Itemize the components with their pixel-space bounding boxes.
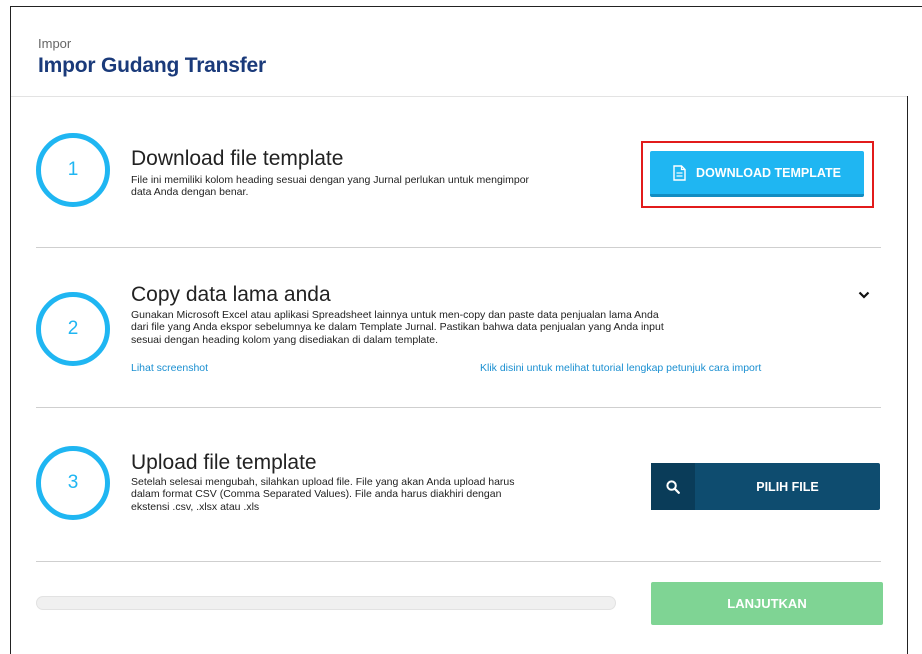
frame-right-edge bbox=[907, 96, 908, 654]
view-screenshot-link[interactable]: Lihat screenshot bbox=[131, 362, 208, 374]
step-3-title: Upload file template bbox=[131, 451, 317, 474]
section-divider bbox=[36, 407, 881, 408]
choose-file-label: PILIH FILE bbox=[756, 479, 819, 494]
step-3-description-line: Setelah selesai mengubah, silahkan uploa… bbox=[131, 476, 515, 488]
search-icon bbox=[651, 463, 695, 510]
step-3-description: Setelah selesai mengubah, silahkan uploa… bbox=[131, 476, 636, 513]
step-2-description-line: Gunakan Microsoft Excel atau aplikasi Sp… bbox=[131, 309, 659, 321]
step-1-title: Download file template bbox=[131, 147, 344, 170]
choose-file-button[interactable]: PILIH FILE bbox=[651, 463, 880, 510]
step-2-title: Copy data lama anda bbox=[131, 283, 331, 306]
header-divider bbox=[11, 96, 907, 97]
step-1-description-line: File ini memiliki kolom heading sesuai d… bbox=[131, 174, 530, 186]
step-2-number: 2 bbox=[36, 292, 110, 366]
document-icon bbox=[673, 164, 686, 181]
tutorial-link[interactable]: Klik disini untuk melihat tutorial lengk… bbox=[480, 362, 761, 374]
step-2-description: Gunakan Microsoft Excel atau aplikasi Sp… bbox=[131, 309, 851, 346]
continue-button[interactable]: LANJUTKAN bbox=[651, 582, 883, 625]
step-3-description-line: ekstensi .csv, .xlsx atau .xls bbox=[131, 500, 260, 513]
progress-bar bbox=[36, 596, 616, 610]
step-1-description-line: data Anda dengan benar. bbox=[131, 186, 249, 199]
step-3-description-line: dalam format CSV (Comma Separated Values… bbox=[131, 488, 502, 501]
page-title: Impor Gudang Transfer bbox=[38, 54, 266, 77]
step-1-number: 1 bbox=[36, 133, 110, 207]
step-2-description-line: dari file yang Anda ekspor sebelumnya ke… bbox=[131, 321, 664, 334]
step-2-description-line: sesuai dengan heading kolom yang disedia… bbox=[131, 333, 439, 346]
step-3-number: 3 bbox=[36, 446, 110, 520]
download-template-label: DOWNLOAD TEMPLATE bbox=[696, 165, 841, 180]
step-1-description: File ini memiliki kolom heading sesuai d… bbox=[131, 174, 641, 199]
download-template-button[interactable]: DOWNLOAD TEMPLATE bbox=[650, 151, 864, 197]
section-divider bbox=[36, 247, 881, 248]
breadcrumb: Impor bbox=[38, 36, 72, 51]
chevron-down-icon[interactable] bbox=[858, 286, 870, 304]
section-divider bbox=[36, 561, 881, 562]
